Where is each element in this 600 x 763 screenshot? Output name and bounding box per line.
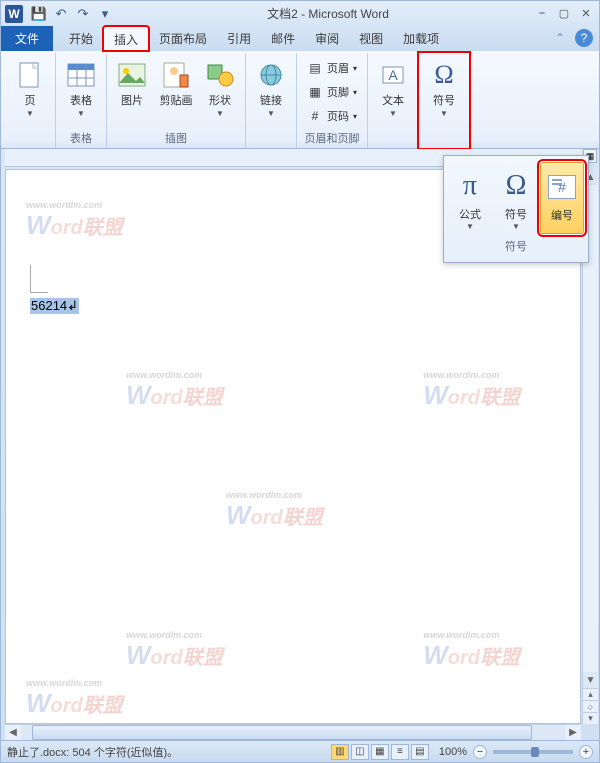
zoom-thumb[interactable]	[531, 747, 539, 757]
hscroll-thumb[interactable]	[32, 725, 532, 740]
tab-review[interactable]: 审阅	[305, 26, 349, 51]
tab-home[interactable]: 开始	[59, 26, 103, 51]
pagenumber-button[interactable]: #页码 ▾	[301, 105, 363, 127]
titlebar: W 💾 ↶ ↷ ▾ 文档2 - Microsoft Word ⎯ ▢ ✕	[1, 1, 599, 26]
next-page-icon[interactable]: ▾	[583, 712, 598, 724]
number-icon: #	[548, 169, 576, 205]
footer-icon: ▦	[307, 84, 323, 100]
word-window: W 💾 ↶ ↷ ▾ 文档2 - Microsoft Word ⎯ ▢ ✕ 文件 …	[0, 0, 600, 763]
shapes-icon	[204, 59, 236, 91]
textbox-icon: A	[377, 59, 409, 91]
hscroll-track[interactable]	[21, 725, 565, 740]
prev-page-icon[interactable]: ▴	[583, 688, 598, 700]
save-icon[interactable]: 💾	[29, 4, 49, 24]
undo-icon[interactable]: ↶	[51, 4, 71, 24]
zoom-out-button[interactable]: −	[473, 745, 487, 759]
symbol-dropdown-panel: π 公式 ▼ Ω 符号 ▼ # 编号 符号	[443, 155, 589, 263]
minimize-ribbon-icon[interactable]: ⌃	[551, 29, 569, 47]
help-icon[interactable]: ?	[575, 29, 593, 47]
zoom-level[interactable]: 100%	[439, 746, 467, 758]
group-header-footer: ▤页眉 ▾ ▦页脚 ▾ #页码 ▾ 页眉和页脚	[297, 53, 368, 148]
ribbon-insert: 页 ▼ 表格 ▼ 表格 图片	[1, 51, 599, 149]
browse-object-icon[interactable]: ○	[583, 700, 598, 712]
qat-more-icon[interactable]: ▾	[95, 4, 115, 24]
pi-icon: π	[463, 168, 477, 204]
picture-icon	[116, 59, 148, 91]
table-button[interactable]: 表格 ▼	[60, 55, 102, 127]
chevron-down-icon: ▼	[77, 109, 85, 118]
tab-mailings[interactable]: 邮件	[261, 26, 305, 51]
view-buttons: ▥ ◫ ▦ ≡ ▤	[331, 744, 429, 760]
quick-access-toolbar: 💾 ↶ ↷ ▾	[29, 4, 115, 24]
symbol-dropdown-button[interactable]: Ω 符号 ▼	[494, 162, 538, 234]
textbox-button[interactable]: A 文本 ▼	[372, 55, 414, 127]
zoom-control: 100% − +	[439, 745, 593, 759]
file-tab[interactable]: 文件	[1, 26, 53, 51]
group-text: A 文本 ▼	[368, 53, 419, 148]
chevron-down-icon: ▼	[466, 222, 474, 231]
equation-button[interactable]: π 公式 ▼	[448, 162, 492, 234]
page-button[interactable]: 页 ▼	[9, 55, 51, 127]
group-symbols: Ω 符号 ▼	[419, 53, 469, 148]
scroll-left-icon[interactable]: ◀	[5, 725, 21, 740]
chevron-down-icon: ▼	[512, 222, 520, 231]
tab-pagelayout[interactable]: 页面布局	[149, 26, 217, 51]
number-button[interactable]: # 编号	[540, 162, 584, 234]
svg-text:A: A	[388, 67, 398, 83]
chevron-down-icon: ▼	[216, 109, 224, 118]
footer-button[interactable]: ▦页脚 ▾	[301, 81, 363, 103]
zoom-in-button[interactable]: +	[579, 745, 593, 759]
outline-view-icon[interactable]: ≡	[391, 744, 409, 760]
tab-insert[interactable]: 插入	[103, 26, 149, 51]
tab-references[interactable]: 引用	[217, 26, 261, 51]
header-button[interactable]: ▤页眉 ▾	[301, 57, 363, 79]
horizontal-scrollbar[interactable]: ◀ ▶	[5, 724, 581, 740]
status-text: 静止了.docx: 504 个字符(近似值)。	[7, 744, 331, 760]
header-icon: ▤	[307, 60, 323, 76]
maximize-button[interactable]: ▢	[555, 6, 573, 22]
statusbar: 静止了.docx: 504 个字符(近似值)。 ▥ ◫ ▦ ≡ ▤ 100% −…	[1, 740, 599, 762]
omega-icon: Ω	[428, 59, 460, 91]
margin-marker	[30, 265, 48, 293]
minimize-button[interactable]: ⎯	[533, 6, 551, 22]
clipart-button[interactable]: 剪贴画	[155, 55, 197, 127]
scroll-down-icon[interactable]: ▼	[583, 672, 598, 688]
omega-icon: Ω	[506, 168, 527, 204]
window-title: 文档2 - Microsoft Word	[123, 5, 533, 22]
group-links: 链接 ▼	[246, 53, 297, 148]
link-icon	[255, 59, 287, 91]
page-icon	[14, 59, 46, 91]
app-icon: W	[5, 5, 23, 23]
group-tables: 表格 ▼ 表格	[56, 53, 107, 148]
draft-view-icon[interactable]: ▤	[411, 744, 429, 760]
zoom-slider[interactable]	[493, 750, 573, 754]
ribbon-tabs: 文件 开始 插入 页面布局 引用 邮件 审阅 视图 加载项 ⌃ ?	[1, 26, 599, 51]
symbol-button[interactable]: Ω 符号 ▼	[423, 55, 465, 127]
table-icon	[65, 59, 97, 91]
close-button[interactable]: ✕	[577, 6, 595, 22]
scroll-right-icon[interactable]: ▶	[565, 725, 581, 740]
shapes-button[interactable]: 形状 ▼	[199, 55, 241, 127]
chevron-down-icon: ▼	[389, 109, 397, 118]
group-illustrations: 图片 剪贴画 形状 ▼ 插图	[107, 53, 246, 148]
pagenum-icon: #	[307, 108, 323, 124]
reading-view-icon[interactable]: ◫	[351, 744, 369, 760]
window-controls: ⎯ ▢ ✕	[533, 6, 595, 22]
chevron-down-icon: ▼	[440, 109, 448, 118]
tab-view[interactable]: 视图	[349, 26, 393, 51]
selected-text[interactable]: 56214↲	[30, 298, 79, 314]
redo-icon[interactable]: ↷	[73, 4, 93, 24]
hyperlink-button[interactable]: 链接 ▼	[250, 55, 292, 127]
web-view-icon[interactable]: ▦	[371, 744, 389, 760]
chevron-down-icon: ▼	[267, 109, 275, 118]
group-pages: 页 ▼	[5, 53, 56, 148]
tab-addins[interactable]: 加载项	[393, 26, 449, 51]
picture-button[interactable]: 图片	[111, 55, 153, 127]
clipart-icon	[160, 59, 192, 91]
print-layout-view-icon[interactable]: ▥	[331, 744, 349, 760]
dropdown-group-label: 符号	[448, 234, 584, 254]
chevron-down-icon: ▼	[26, 109, 34, 118]
